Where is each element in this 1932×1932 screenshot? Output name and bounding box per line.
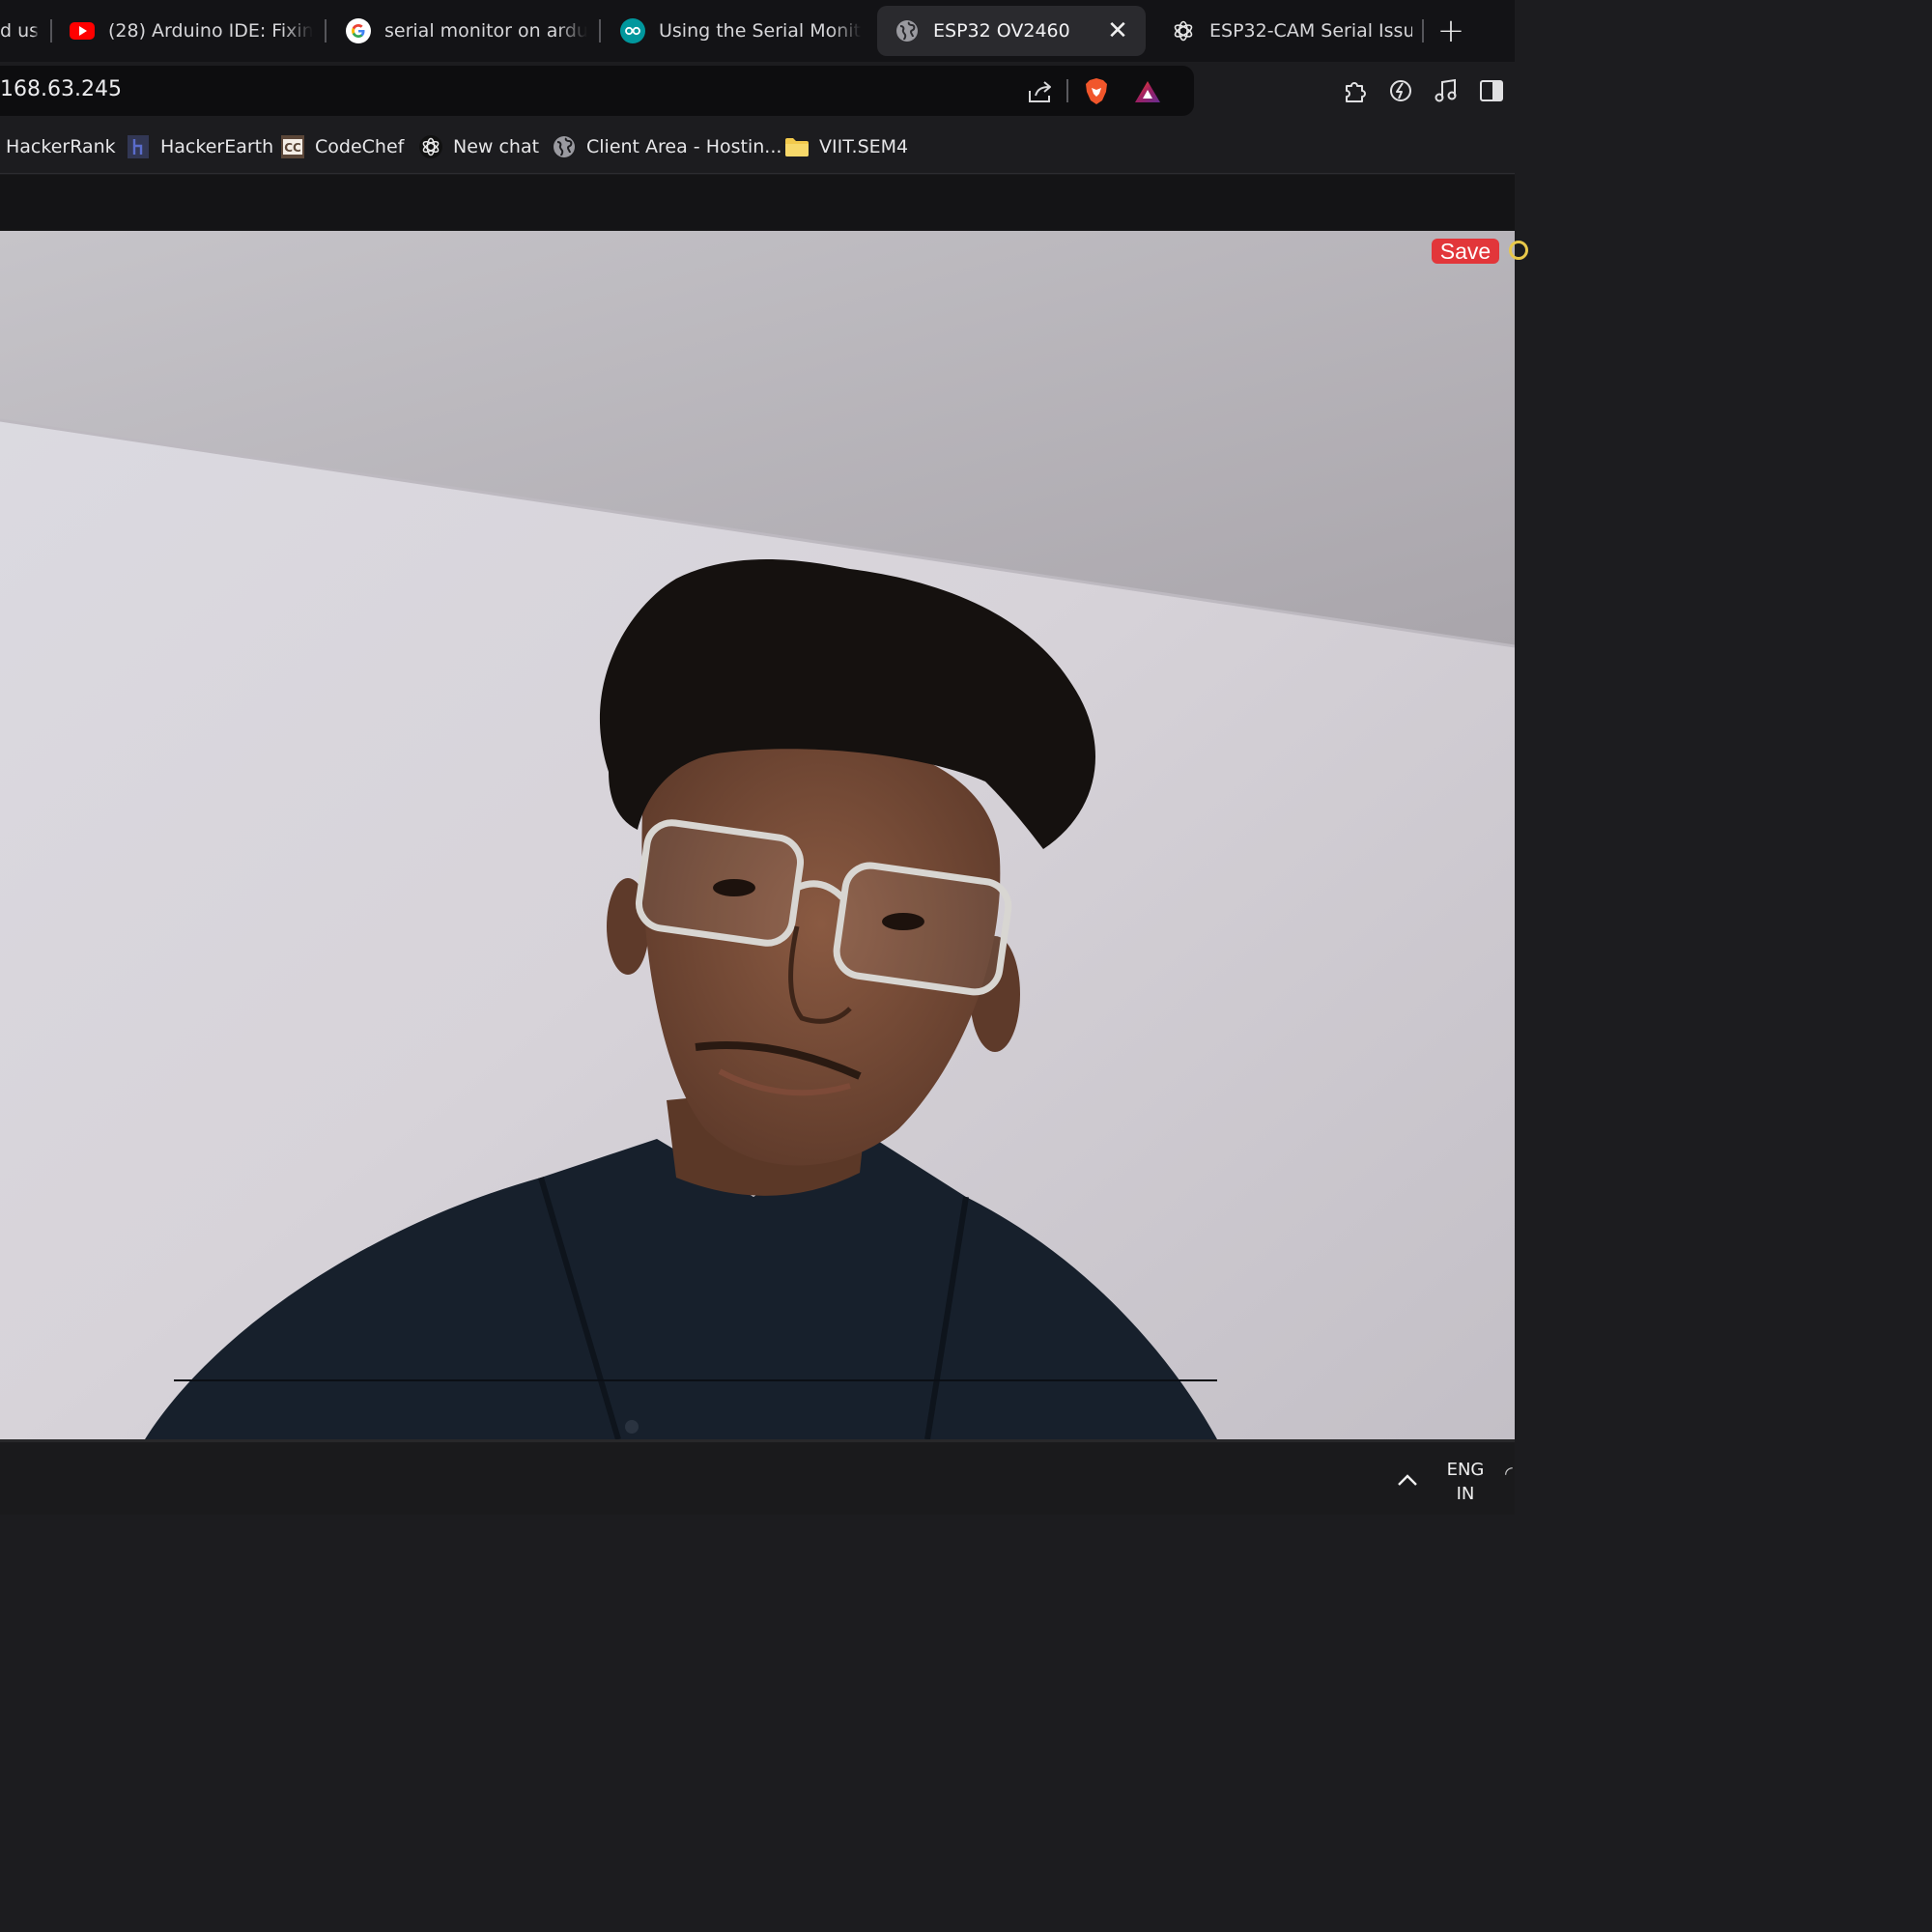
bookmark-label: CodeChef <box>315 136 405 157</box>
tab-strip: d us (28) Arduino IDE: Fixing 't serial … <box>0 0 1515 62</box>
tab-separator <box>1422 19 1424 43</box>
tab-separator <box>599 19 601 43</box>
folder-icon <box>784 134 810 159</box>
bookmark-client-area[interactable]: Client Area - Hostin... <box>552 129 781 164</box>
chatgpt-icon <box>1171 18 1196 43</box>
tab-title: ESP32 OV2460 <box>933 20 1070 42</box>
os-taskbar: ENG IN ◜ <box>0 1439 1515 1515</box>
bookmark-label: HackerEarth <box>160 136 274 157</box>
svg-text:CC: CC <box>284 141 301 155</box>
extensions-icon[interactable] <box>1340 75 1371 106</box>
camera-frame <box>0 231 1515 1439</box>
tab-chatgpt[interactable]: ESP32-CAM Serial Issue <box>1171 6 1412 56</box>
hackerearth-icon <box>126 134 151 159</box>
camera-stream-image <box>0 231 1515 1439</box>
language-indicator[interactable]: ENG IN <box>1437 1458 1493 1506</box>
tab-separator <box>50 19 52 43</box>
google-icon <box>346 18 371 43</box>
bookmark-label: HackerRank <box>6 136 116 157</box>
omnibox-divider <box>1066 79 1068 102</box>
tab-arduino-docs[interactable]: Using the Serial Monitor <box>620 6 862 56</box>
bookmark-label: New chat <box>453 136 540 157</box>
tab-partial[interactable]: d us <box>0 6 43 56</box>
tab-title: serial monitor on arduino <box>384 20 587 42</box>
stream-control-icon[interactable] <box>1509 241 1528 260</box>
globe-icon <box>552 134 577 159</box>
address-bar[interactable]: 168.63.245 <box>0 66 1194 116</box>
tab-title: Using the Serial Monitor <box>659 20 862 42</box>
region-code: IN <box>1456 1484 1475 1504</box>
bookmark-new-chat[interactable]: New chat <box>418 129 539 164</box>
tab-arduino-video[interactable]: (28) Arduino IDE: Fixing 't <box>70 6 313 56</box>
share-icon[interactable] <box>1026 77 1055 106</box>
browser-toolbar: 168.63.245 <box>0 62 1515 120</box>
bookmark-hackerrank[interactable]: HackerRank <box>6 129 116 164</box>
wifi-icon[interactable]: ◜ <box>1505 1462 1513 1485</box>
tab-title: d us <box>0 20 40 42</box>
chatgpt-icon <box>418 134 443 159</box>
brave-rewards-icon[interactable] <box>1133 77 1162 106</box>
address-url[interactable]: 168.63.245 <box>0 77 122 101</box>
bookmark-folder-viit[interactable]: VIIT.SEM4 <box>784 129 908 164</box>
sidebar-toggle-icon[interactable] <box>1476 75 1507 106</box>
media-controls-icon[interactable] <box>1431 75 1462 106</box>
brave-shields-icon[interactable] <box>1082 77 1111 106</box>
bookmark-codechef[interactable]: CC CodeChef <box>280 129 404 164</box>
leo-ai-icon[interactable] <box>1385 75 1416 106</box>
chevron-up-icon[interactable] <box>1391 1463 1424 1496</box>
language-code: ENG <box>1446 1460 1485 1480</box>
close-tab-icon[interactable]: ✕ <box>1103 16 1132 45</box>
bookmark-hackerearth[interactable]: HackerEarth <box>126 129 273 164</box>
tab-esp32-stream[interactable]: ESP32 OV2460 ✕ <box>877 6 1146 56</box>
codechef-icon: CC <box>280 134 305 159</box>
globe-icon <box>895 18 920 43</box>
tab-google-search[interactable]: serial monitor on arduino <box>346 6 587 56</box>
bookmark-label: VIIT.SEM4 <box>819 136 909 157</box>
bookmark-label: Client Area - Hostin... <box>586 136 782 157</box>
tab-title: (28) Arduino IDE: Fixing 't <box>108 20 313 42</box>
bookmarks-bar: HackerRank HackerEarth CC CodeChef New c… <box>0 120 1515 174</box>
youtube-icon <box>70 18 95 43</box>
new-tab-button[interactable]: + <box>1434 12 1468 50</box>
page-header-band <box>0 175 1515 231</box>
save-button[interactable]: Save <box>1432 239 1499 264</box>
tab-separator <box>325 19 327 43</box>
tab-title: ESP32-CAM Serial Issue <box>1209 20 1412 42</box>
arduino-icon <box>620 18 645 43</box>
